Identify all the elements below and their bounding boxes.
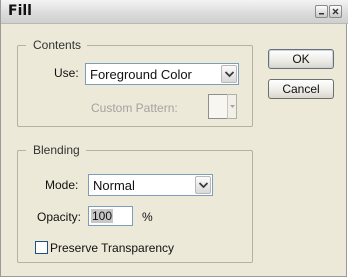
opacity-unit: %	[142, 210, 153, 224]
cancel-button[interactable]: Cancel	[268, 79, 334, 99]
fill-dialog: Fill Contents Use: Foreground Color Cust…	[0, 0, 348, 277]
opacity-label: Opacity:	[37, 210, 82, 224]
title-bar[interactable]: Fill	[1, 0, 348, 24]
use-select-value: Foreground Color	[90, 67, 192, 82]
mode-label: Mode:	[45, 178, 79, 192]
preserve-transparency-label[interactable]: Preserve Transparency	[50, 241, 174, 255]
ok-button[interactable]: OK	[268, 49, 334, 69]
opacity-input[interactable]: 100	[88, 206, 133, 226]
mode-select-value: Normal	[93, 178, 135, 193]
contents-legend: Contents	[26, 37, 88, 53]
close-icon[interactable]	[329, 5, 342, 18]
preserve-transparency-checkbox[interactable]	[35, 241, 48, 254]
opacity-value: 100	[91, 209, 114, 223]
blending-legend: Blending	[26, 142, 86, 158]
pattern-chevron-down-icon	[227, 94, 237, 119]
use-select[interactable]: Foreground Color	[85, 63, 239, 85]
mode-select[interactable]: Normal	[88, 174, 213, 196]
minimize-icon[interactable]	[315, 5, 328, 18]
chevron-down-icon[interactable]	[221, 65, 237, 83]
custom-pattern-label: Custom Pattern:	[91, 101, 178, 115]
use-label: Use:	[54, 66, 79, 80]
dialog-title: Fill	[8, 3, 32, 19]
chevron-down-icon[interactable]	[195, 176, 211, 194]
